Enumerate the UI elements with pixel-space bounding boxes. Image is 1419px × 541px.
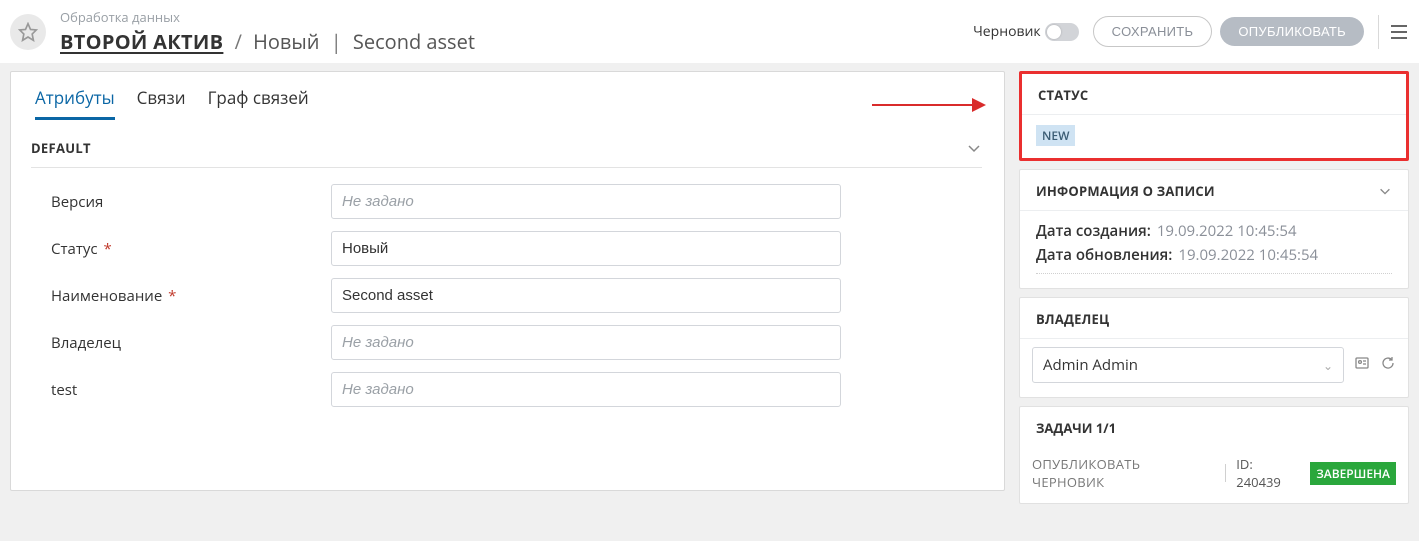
field-label-status: Статус * <box>31 239 331 259</box>
owner-card-button[interactable] <box>1354 355 1370 376</box>
annotation-arrow <box>872 98 986 112</box>
field-row-version: Версия <box>31 178 982 225</box>
save-button[interactable]: СОХРАНИТЬ <box>1093 16 1213 47</box>
entity-state: Новый <box>253 28 319 55</box>
updated-label: Дата обновления: <box>1036 245 1172 265</box>
field-label-test: test <box>31 380 331 400</box>
tab-links[interactable]: Связи <box>137 86 186 119</box>
owner-refresh-button[interactable] <box>1380 355 1396 376</box>
name-input[interactable] <box>331 278 841 313</box>
info-panel: ИНФОРМАЦИЯ О ЗАПИСИ Дата создания: 19.09… <box>1019 169 1409 289</box>
chevron-down-icon <box>1378 184 1392 198</box>
test-input[interactable] <box>331 372 841 407</box>
owner-select[interactable]: Admin Admin ⌄ <box>1032 347 1344 383</box>
task-sep <box>1225 464 1226 482</box>
field-label-version: Версия <box>31 192 331 212</box>
info-panel-title: ИНФОРМАЦИЯ О ЗАПИСИ <box>1036 182 1215 200</box>
tasks-panel: ЗАДАЧИ 1/1 ОПУБЛИКОВАТЬ ЧЕРНОВИК ID: 240… <box>1019 406 1409 504</box>
breadcrumb: Обработка данных ВТОРОЙ АКТИВ / Новый | … <box>60 8 475 55</box>
tasks-panel-title: ЗАДАЧИ 1/1 <box>1020 407 1408 447</box>
updated-line: Дата обновления: 19.09.2022 10:45:54 <box>1036 245 1392 265</box>
status-panel-title: СТАТУС <box>1022 74 1406 115</box>
breadcrumb-sep: / <box>235 28 242 55</box>
topbar: Обработка данных ВТОРОЙ АКТИВ / Новый | … <box>0 0 1419 63</box>
topbar-separator <box>1378 15 1379 49</box>
draft-toggle[interactable] <box>1045 23 1079 41</box>
section-title: DEFAULT <box>31 139 966 157</box>
refresh-icon <box>1380 355 1396 371</box>
created-label: Дата создания: <box>1036 221 1151 241</box>
owner-panel-title: ВЛАДЕЛЕЦ <box>1020 298 1408 339</box>
breadcrumb-sep-2: | <box>331 28 342 55</box>
field-row-test: test <box>31 366 982 413</box>
field-row-name: Наименование * <box>31 272 982 319</box>
field-label-name: Наименование * <box>31 286 331 306</box>
tabs: Атрибуты Связи Граф связей <box>11 72 1004 119</box>
menu-button[interactable] <box>1389 23 1409 41</box>
task-row[interactable]: ОПУБЛИКОВАТЬ ЧЕРНОВИК ID: 240439 ЗАВЕРШЕ… <box>1020 447 1408 503</box>
entity-name-link[interactable]: ВТОРОЙ АКТИВ <box>60 28 223 55</box>
updated-value: 19.09.2022 10:45:54 <box>1178 245 1318 265</box>
status-panel: СТАТУС NEW <box>1019 71 1409 161</box>
task-name: ОПУБЛИКОВАТЬ ЧЕРНОВИК <box>1032 455 1215 491</box>
info-panel-head[interactable]: ИНФОРМАЦИЯ О ЗАПИСИ <box>1020 170 1408 211</box>
draft-label: Черновик <box>973 22 1041 41</box>
field-row-status: Статус * <box>31 225 982 272</box>
created-value: 19.09.2022 10:45:54 <box>1157 221 1297 241</box>
main-panel: Атрибуты Связи Граф связей DEFAULT Верси… <box>10 71 1005 491</box>
star-icon <box>18 22 38 42</box>
tab-attributes[interactable]: Атрибуты <box>35 86 115 119</box>
task-id: ID: 240439 <box>1236 455 1300 491</box>
status-badge: NEW <box>1036 125 1075 146</box>
publish-button[interactable]: ОПУБЛИКОВАТЬ <box>1220 17 1364 46</box>
field-row-owner: Владелец <box>31 319 982 366</box>
owner-input[interactable] <box>331 325 841 360</box>
entity-secondary: Second asset <box>353 28 475 55</box>
breadcrumb-category: Обработка данных <box>60 8 475 26</box>
owner-panel: ВЛАДЕЛЕЦ Admin Admin ⌄ <box>1019 297 1409 398</box>
created-line: Дата создания: 19.09.2022 10:45:54 <box>1036 221 1392 241</box>
field-label-owner: Владелец <box>31 333 331 353</box>
hamburger-icon <box>1389 23 1409 41</box>
chevron-down-icon: ⌄ <box>1323 357 1333 374</box>
status-input[interactable] <box>331 231 841 266</box>
section-default: DEFAULT Версия Статус * Наименование * В… <box>11 119 1004 423</box>
card-icon <box>1354 355 1370 371</box>
side-panel: СТАТУС NEW ИНФОРМАЦИЯ О ЗАПИСИ Дата созд… <box>1019 71 1409 512</box>
version-input[interactable] <box>331 184 841 219</box>
task-status-badge: ЗАВЕРШЕНА <box>1310 462 1396 485</box>
chevron-down-icon <box>966 140 982 156</box>
owner-select-value: Admin Admin <box>1043 355 1138 375</box>
favorite-button[interactable] <box>10 14 46 50</box>
section-head[interactable]: DEFAULT <box>31 133 982 168</box>
tab-graph[interactable]: Граф связей <box>208 86 309 119</box>
